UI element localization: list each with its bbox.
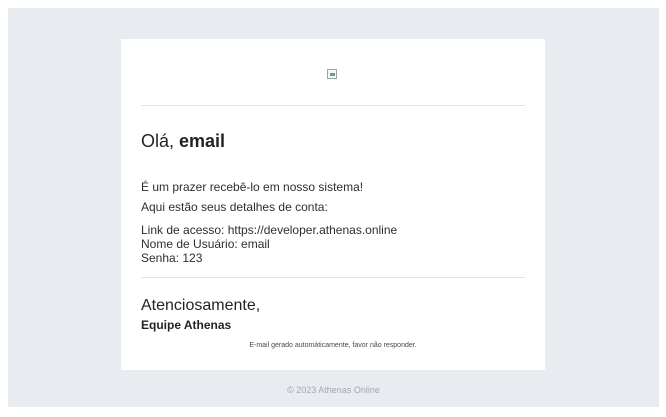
username-text: Nome de Usuário: email — [141, 237, 270, 251]
divider — [141, 277, 525, 278]
password-text: Senha: 123 — [141, 251, 203, 265]
welcome-text: É um prazer recebê-lo em nosso sistema! — [141, 180, 364, 194]
auto-generated-note: E-mail gerado automáticamente, favor não… — [249, 342, 417, 349]
greeting: Olá, email — [141, 131, 225, 152]
broken-image-icon — [327, 69, 337, 79]
greeting-name: email — [179, 131, 226, 151]
email-background: Olá, email É um prazer recebê-lo em noss… — [8, 8, 659, 407]
access-link: Link de acesso: https://developer.athena… — [141, 223, 398, 237]
greeting-prefix: Olá, — [141, 131, 175, 151]
footer-copyright: © 2023 Athenas Online — [287, 385, 380, 395]
divider — [141, 105, 525, 106]
email-card: Olá, email É um prazer recebê-lo em noss… — [121, 39, 545, 370]
details-intro: Aqui estão seus detalhes de conta: — [141, 200, 328, 214]
closing-text: Atenciosamente, — [141, 297, 261, 314]
team-signature: Equipe Athenas — [141, 318, 232, 332]
